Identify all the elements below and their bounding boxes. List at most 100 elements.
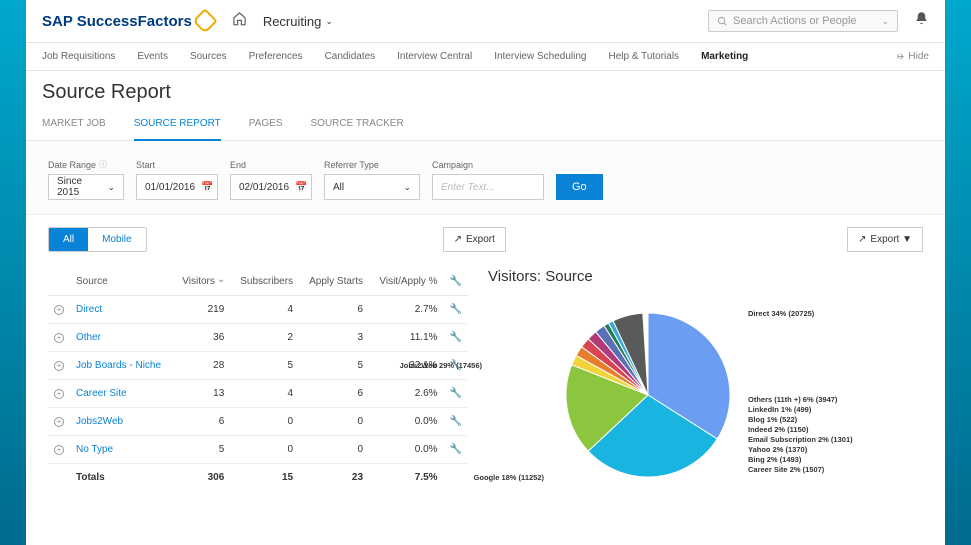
row-action[interactable]: 🔧: [444, 296, 468, 324]
cell-subscribers: 4: [230, 296, 299, 324]
global-header: SAP SuccessFactors Recruiting ⌄ Search A…: [26, 0, 945, 43]
export-dropdown-button[interactable]: ↗ Export ▼: [847, 227, 923, 252]
nav-job-requisitions[interactable]: Job Requisitions: [42, 51, 115, 62]
cell-visitors: 219: [173, 296, 230, 324]
end-value: 02/01/2016: [239, 182, 289, 193]
cell-subscribers: 4: [230, 380, 299, 408]
notifications-icon[interactable]: [914, 11, 929, 31]
totals-label: Totals: [70, 464, 173, 492]
expand-icon[interactable]: +: [54, 417, 64, 427]
campaign-label: Campaign: [432, 160, 544, 170]
hide-button[interactable]: Hide: [896, 51, 929, 62]
logo-heart-icon: [192, 8, 217, 33]
cell-visitors: 6: [173, 408, 230, 436]
source-link[interactable]: Career Site: [70, 380, 173, 408]
expand-icon[interactable]: +: [54, 389, 64, 399]
tab-pages[interactable]: PAGES: [249, 110, 283, 140]
nav-sources[interactable]: Sources: [190, 51, 227, 62]
end-label: End: [230, 160, 312, 170]
pie-label: Blog 1% (522): [748, 415, 797, 424]
cell-visitors: 36: [173, 324, 230, 352]
cell-visitors: 5: [173, 436, 230, 464]
logo: SAP SuccessFactors: [42, 12, 214, 30]
date-range-select[interactable]: Since 2015 ⌄: [48, 174, 124, 200]
start-date-input[interactable]: 01/01/2016 📅: [136, 174, 218, 200]
device-filter: All Mobile: [48, 227, 147, 252]
expand-icon[interactable]: +: [54, 305, 64, 315]
row-action[interactable]: 🔧: [444, 380, 468, 408]
chevron-down-icon: ⌄: [107, 182, 115, 193]
export-button[interactable]: ↗ Export: [443, 227, 506, 252]
cell-pct: 2.7%: [369, 296, 444, 324]
table-row: +Direct219462.7%🔧: [48, 296, 468, 324]
chart-title: Visitors: Source: [488, 268, 923, 285]
go-button[interactable]: Go: [556, 174, 603, 200]
referrer-type-select[interactable]: All ⌄: [324, 174, 420, 200]
export-label: Export: [466, 234, 495, 245]
expand-icon[interactable]: +: [54, 361, 64, 371]
nav-marketing[interactable]: Marketing: [701, 51, 748, 62]
search-input[interactable]: Search Actions or People ⌄: [708, 10, 898, 32]
source-link[interactable]: Direct: [70, 296, 173, 324]
col-apply-starts[interactable]: Apply Starts: [299, 268, 369, 296]
col-visit-apply-pct[interactable]: Visit/Apply %: [369, 268, 444, 296]
sort-icon: ⏷: [218, 277, 224, 287]
module-select[interactable]: Recruiting ⌄: [263, 14, 333, 29]
cell-visitors: 28: [173, 352, 230, 380]
col-source[interactable]: Source: [70, 268, 173, 296]
nav-interview-central[interactable]: Interview Central: [397, 51, 472, 62]
expand-icon[interactable]: +: [54, 445, 64, 455]
expand-icon[interactable]: +: [54, 333, 64, 343]
table-row: +No Type5000.0%🔧: [48, 436, 468, 464]
end-date-input[interactable]: 02/01/2016 📅: [230, 174, 312, 200]
row-action[interactable]: 🔧: [444, 408, 468, 436]
nav-events[interactable]: Events: [137, 51, 168, 62]
export-dropdown-label: Export ▼: [870, 234, 912, 245]
chevron-down-icon: ⌄: [403, 182, 411, 193]
pie-label: Email Subscription 2% (1301): [748, 435, 853, 444]
info-icon: ⓘ: [99, 159, 107, 170]
campaign-input[interactable]: Enter Text...: [432, 174, 544, 200]
tab-market-job[interactable]: MARKET JOB: [42, 110, 106, 140]
top-nav: Job Requisitions Events Sources Preferen…: [26, 43, 945, 71]
col-subscribers[interactable]: Subscribers: [230, 268, 299, 296]
nav-help-tutorials[interactable]: Help & Tutorials: [608, 51, 679, 62]
tab-source-report[interactable]: SOURCE REPORT: [134, 110, 221, 141]
date-range-label: Date Range ⓘ: [48, 159, 124, 170]
row-action[interactable]: 🔧: [444, 436, 468, 464]
table-row: +Career Site13462.6%🔧: [48, 380, 468, 408]
table-row: +Other362311.1%🔧: [48, 324, 468, 352]
start-label: Start: [136, 160, 218, 170]
source-link[interactable]: No Type: [70, 436, 173, 464]
source-link[interactable]: Job Boards - Niche: [70, 352, 173, 380]
campaign-placeholder: Enter Text...: [441, 182, 495, 193]
cell-pct: 0.0%: [369, 408, 444, 436]
calendar-icon: 📅: [201, 182, 213, 193]
cell-subscribers: 0: [230, 408, 299, 436]
nav-preferences[interactable]: Preferences: [249, 51, 303, 62]
totals-subscribers: 15: [230, 464, 299, 492]
source-link[interactable]: Jobs2Web: [70, 408, 173, 436]
totals-visitors: 306: [173, 464, 230, 492]
pill-mobile[interactable]: Mobile: [88, 228, 145, 251]
filter-bar: Date Range ⓘ Since 2015 ⌄ Start 01/01/20…: [26, 141, 945, 215]
toolbar: All Mobile ↗ Export ↗ Export ▼: [26, 215, 945, 264]
chart-panel: Visitors: Source Direct 34% (20725)Jobs2…: [488, 268, 923, 515]
cell-subscribers: 0: [230, 436, 299, 464]
pie-label: Jobs2Web 29% (17456): [400, 361, 482, 370]
source-link[interactable]: Other: [70, 324, 173, 352]
totals-row: Totals30615237.5%: [48, 464, 468, 492]
search-placeholder: Search Actions or People: [733, 15, 857, 27]
cell-subscribers: 5: [230, 352, 299, 380]
cell-visitors: 13: [173, 380, 230, 408]
col-visitors[interactable]: Visitors⏷: [173, 268, 230, 296]
logo-text: SAP SuccessFactors: [42, 13, 192, 30]
nav-interview-scheduling[interactable]: Interview Scheduling: [494, 51, 586, 62]
row-action[interactable]: 🔧: [444, 324, 468, 352]
col-actions: 🔧: [444, 268, 468, 296]
home-icon[interactable]: [232, 11, 247, 31]
referrer-type-value: All: [333, 182, 344, 193]
tab-source-tracker[interactable]: SOURCE TRACKER: [311, 110, 404, 140]
nav-candidates[interactable]: Candidates: [325, 51, 376, 62]
pill-all[interactable]: All: [49, 228, 88, 251]
